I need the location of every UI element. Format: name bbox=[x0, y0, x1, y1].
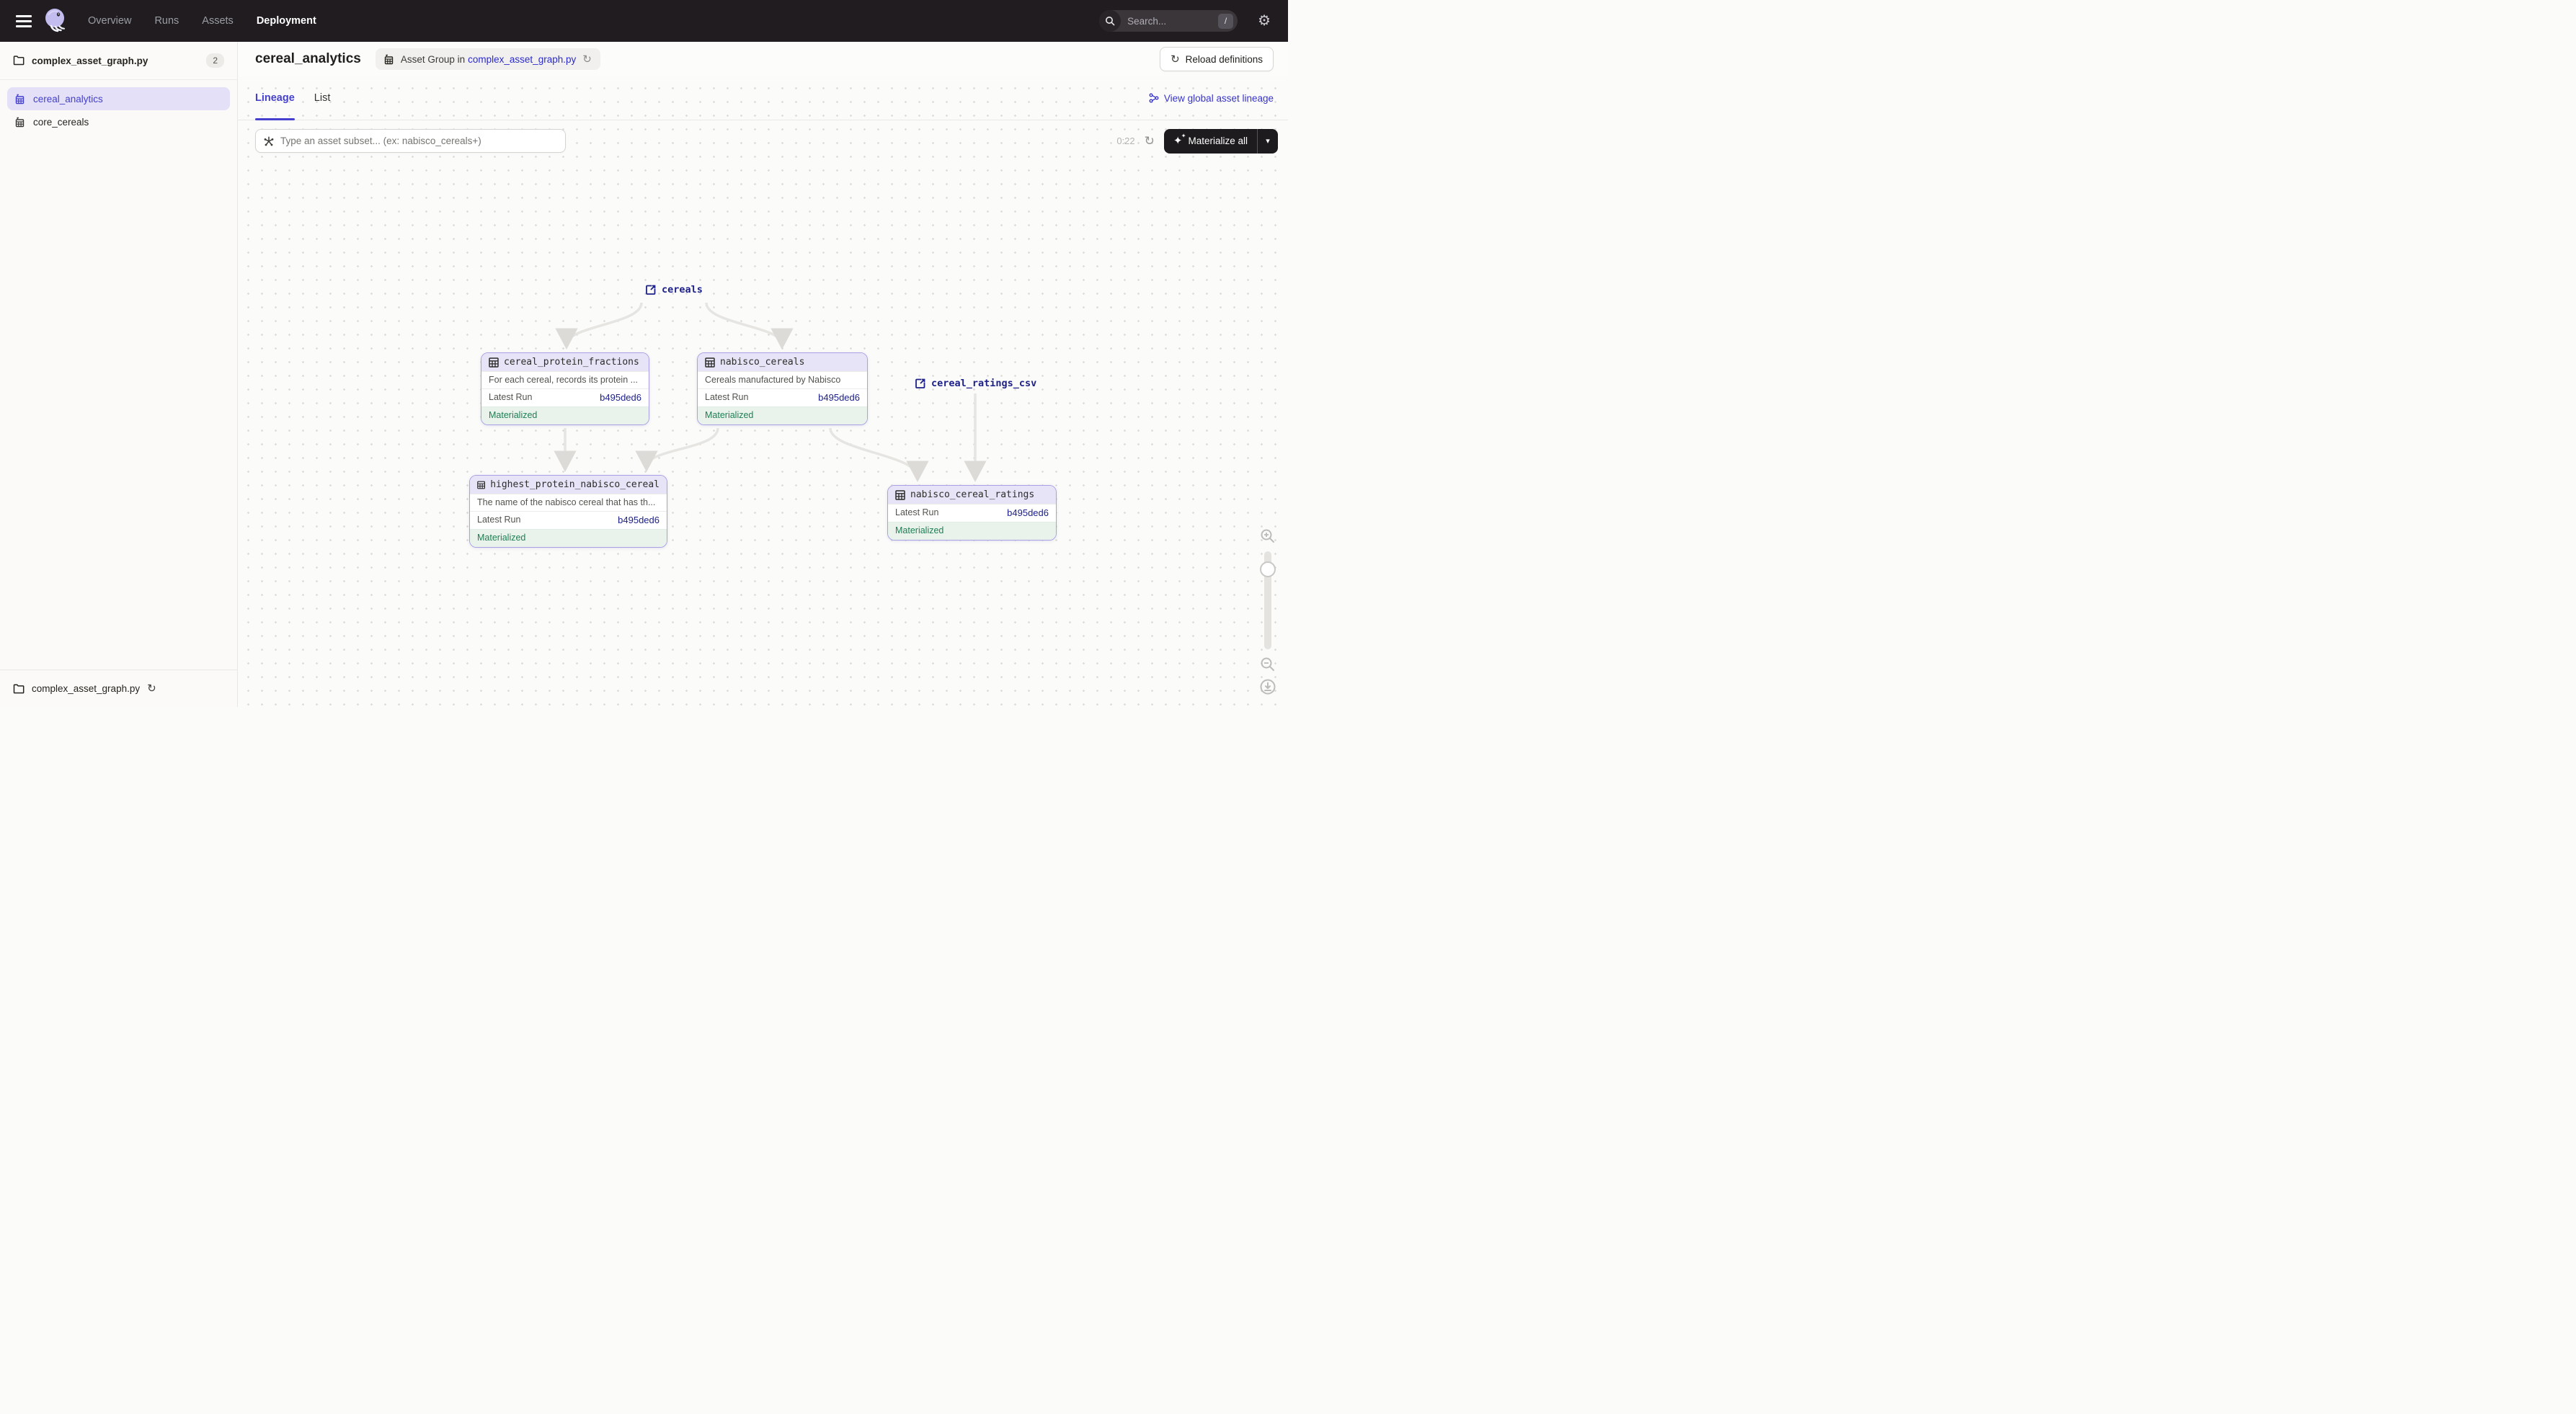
zoom-slider-handle[interactable] bbox=[1260, 561, 1276, 577]
table-icon bbox=[705, 357, 715, 368]
asset-group-icon bbox=[15, 117, 26, 128]
asset-node-cereal-protein-fractions[interactable]: cereal_protein_fractions For each cereal… bbox=[481, 352, 649, 425]
asset-description: The name of the nabisco cereal that has … bbox=[470, 494, 667, 511]
refresh-icon[interactable]: ↻ bbox=[1145, 135, 1155, 147]
sidebar-item-core-cereals[interactable]: core_cereals bbox=[7, 110, 230, 133]
asset-graph-canvas[interactable]: cereals cereal_ratings_csv bbox=[238, 161, 1288, 707]
table-icon bbox=[895, 490, 905, 500]
refresh-timer: 0:22 bbox=[1116, 135, 1134, 146]
folder-icon bbox=[13, 684, 25, 694]
asset-group-context-pill: Asset Group in complex_asset_graph.py ↻ bbox=[376, 48, 600, 70]
graph-zoom-controls bbox=[1257, 525, 1279, 698]
view-global-asset-lineage-label: View global asset lineage bbox=[1164, 93, 1274, 104]
zoom-slider[interactable] bbox=[1264, 551, 1271, 649]
run-id-link[interactable]: b495ded6 bbox=[1007, 507, 1049, 518]
context-module-link[interactable]: complex_asset_graph.py bbox=[468, 54, 576, 65]
latest-run-label: Latest Run bbox=[489, 392, 532, 403]
fit-view-icon[interactable] bbox=[1259, 678, 1276, 695]
context-reload-icon[interactable]: ↻ bbox=[582, 54, 592, 65]
reload-definitions-button[interactable]: ↻ Reload definitions bbox=[1160, 47, 1274, 71]
external-link-icon bbox=[915, 378, 926, 389]
status-badge: Materialized bbox=[481, 406, 649, 424]
materialize-all-label: Materialize all bbox=[1188, 135, 1248, 146]
asset-name: cereal_protein_fractions bbox=[504, 357, 639, 368]
run-id-link[interactable]: b495ded6 bbox=[818, 392, 860, 403]
run-id-link[interactable]: b495ded6 bbox=[600, 392, 641, 403]
nav-item-assets[interactable]: Assets bbox=[202, 15, 234, 27]
sidebar-footer-name: complex_asset_graph.py bbox=[32, 683, 140, 694]
asset-name: highest_protein_nabisco_cereal bbox=[490, 479, 659, 490]
hamburger-menu-icon[interactable] bbox=[16, 12, 32, 30]
materialize-all-button[interactable]: ✦✦ Materialize all bbox=[1164, 135, 1257, 146]
asset-description: For each cereal, records its protein ... bbox=[481, 371, 649, 388]
top-nav: Overview Runs Assets Deployment / ⚙ bbox=[0, 0, 1288, 42]
asset-node-highest-protein-nabisco-cereal[interactable]: highest_protein_nabisco_cereal The name … bbox=[469, 475, 667, 548]
sidebar-module-name: complex_asset_graph.py bbox=[32, 55, 206, 66]
sidebar-item-label: core_cereals bbox=[33, 117, 89, 128]
search-box[interactable]: / bbox=[1099, 10, 1238, 32]
table-icon bbox=[489, 357, 499, 368]
view-global-asset-lineage-link[interactable]: View global asset lineage bbox=[1149, 93, 1274, 104]
nav-links: Overview Runs Assets Deployment bbox=[88, 15, 316, 27]
sidebar-item-label: cereal_analytics bbox=[33, 94, 103, 105]
materialize-all-button-group: ✦✦ Materialize all ▾ bbox=[1164, 129, 1278, 154]
latest-run-label: Latest Run bbox=[477, 515, 520, 525]
dagster-logo-icon[interactable] bbox=[42, 6, 71, 35]
lineage-toolbar: 0:22 ↻ ✦✦ Materialize all ▾ bbox=[238, 120, 1288, 161]
zoom-out-icon[interactable] bbox=[1260, 657, 1276, 672]
reload-definitions-label: Reload definitions bbox=[1186, 54, 1263, 65]
search-input[interactable] bbox=[1127, 16, 1218, 27]
latest-run-label: Latest Run bbox=[705, 392, 748, 403]
lineage-pane: Lineage List View global asset lineage bbox=[238, 76, 1288, 707]
asset-name: nabisco_cereal_ratings bbox=[910, 489, 1034, 500]
tabs-row: Lineage List View global asset lineage bbox=[238, 76, 1288, 120]
reload-workspace-icon[interactable]: ↻ bbox=[147, 683, 156, 694]
asset-node-nabisco-cereal-ratings[interactable]: nabisco_cereal_ratings Latest Run b495de… bbox=[887, 485, 1057, 541]
asset-subset-filter[interactable] bbox=[255, 129, 566, 153]
page-title: cereal_analytics bbox=[255, 51, 361, 67]
asset-description: Cereals manufactured by Nabisco bbox=[698, 371, 867, 388]
sidebar-footer: complex_asset_graph.py ↻ bbox=[0, 670, 237, 707]
table-icon bbox=[477, 480, 485, 490]
asset-group-icon bbox=[15, 94, 26, 105]
sidebar: complex_asset_graph.py 2 cereal_analytic… bbox=[0, 42, 238, 707]
external-asset-cereals[interactable]: cereals bbox=[645, 284, 703, 295]
lineage-graph-icon bbox=[1149, 93, 1159, 103]
external-asset-label: cereals bbox=[662, 284, 703, 295]
nav-item-runs[interactable]: Runs bbox=[154, 15, 179, 27]
context-prefix: Asset Group in bbox=[401, 54, 465, 65]
asset-node-nabisco-cereals[interactable]: nabisco_cereals Cereals manufactured by … bbox=[697, 352, 868, 425]
search-icon bbox=[1099, 10, 1121, 32]
latest-run-label: Latest Run bbox=[895, 507, 938, 518]
status-badge: Materialized bbox=[888, 522, 1056, 540]
asset-name: nabisco_cereals bbox=[720, 357, 804, 368]
status-badge: Materialized bbox=[698, 406, 867, 424]
tab-lineage[interactable]: Lineage bbox=[255, 76, 295, 120]
sparkle-icon: ✦✦ bbox=[1173, 135, 1183, 146]
asset-subset-input[interactable] bbox=[280, 135, 558, 146]
asset-group-icon bbox=[384, 54, 395, 65]
status-badge: Materialized bbox=[470, 529, 667, 547]
folder-icon bbox=[13, 55, 25, 66]
gear-icon[interactable]: ⚙ bbox=[1258, 14, 1271, 28]
nav-item-deployment[interactable]: Deployment bbox=[257, 15, 316, 27]
main-area: cereal_analytics Asset Group in complex_… bbox=[238, 42, 1288, 707]
zoom-in-icon[interactable] bbox=[1260, 528, 1276, 544]
op-selector-icon bbox=[263, 135, 275, 147]
nav-item-overview[interactable]: Overview bbox=[88, 15, 131, 27]
run-id-link[interactable]: b495ded6 bbox=[618, 515, 659, 525]
sidebar-module-count-badge: 2 bbox=[206, 53, 224, 68]
sidebar-item-cereal-analytics[interactable]: cereal_analytics bbox=[7, 87, 230, 110]
page-header: cereal_analytics Asset Group in complex_… bbox=[238, 42, 1288, 76]
external-asset-label: cereal_ratings_csv bbox=[931, 378, 1036, 389]
reload-icon: ↻ bbox=[1171, 54, 1180, 65]
external-link-icon bbox=[645, 284, 657, 295]
sidebar-module-row[interactable]: complex_asset_graph.py 2 bbox=[0, 42, 237, 80]
sidebar-group-list: cereal_analytics core_cereals bbox=[0, 80, 237, 141]
external-asset-cereal-ratings-csv[interactable]: cereal_ratings_csv bbox=[915, 378, 1036, 389]
materialize-dropdown-caret[interactable]: ▾ bbox=[1258, 136, 1278, 146]
graph-edges bbox=[238, 161, 1288, 707]
tab-list[interactable]: List bbox=[314, 76, 331, 120]
search-shortcut-badge: / bbox=[1218, 14, 1233, 29]
